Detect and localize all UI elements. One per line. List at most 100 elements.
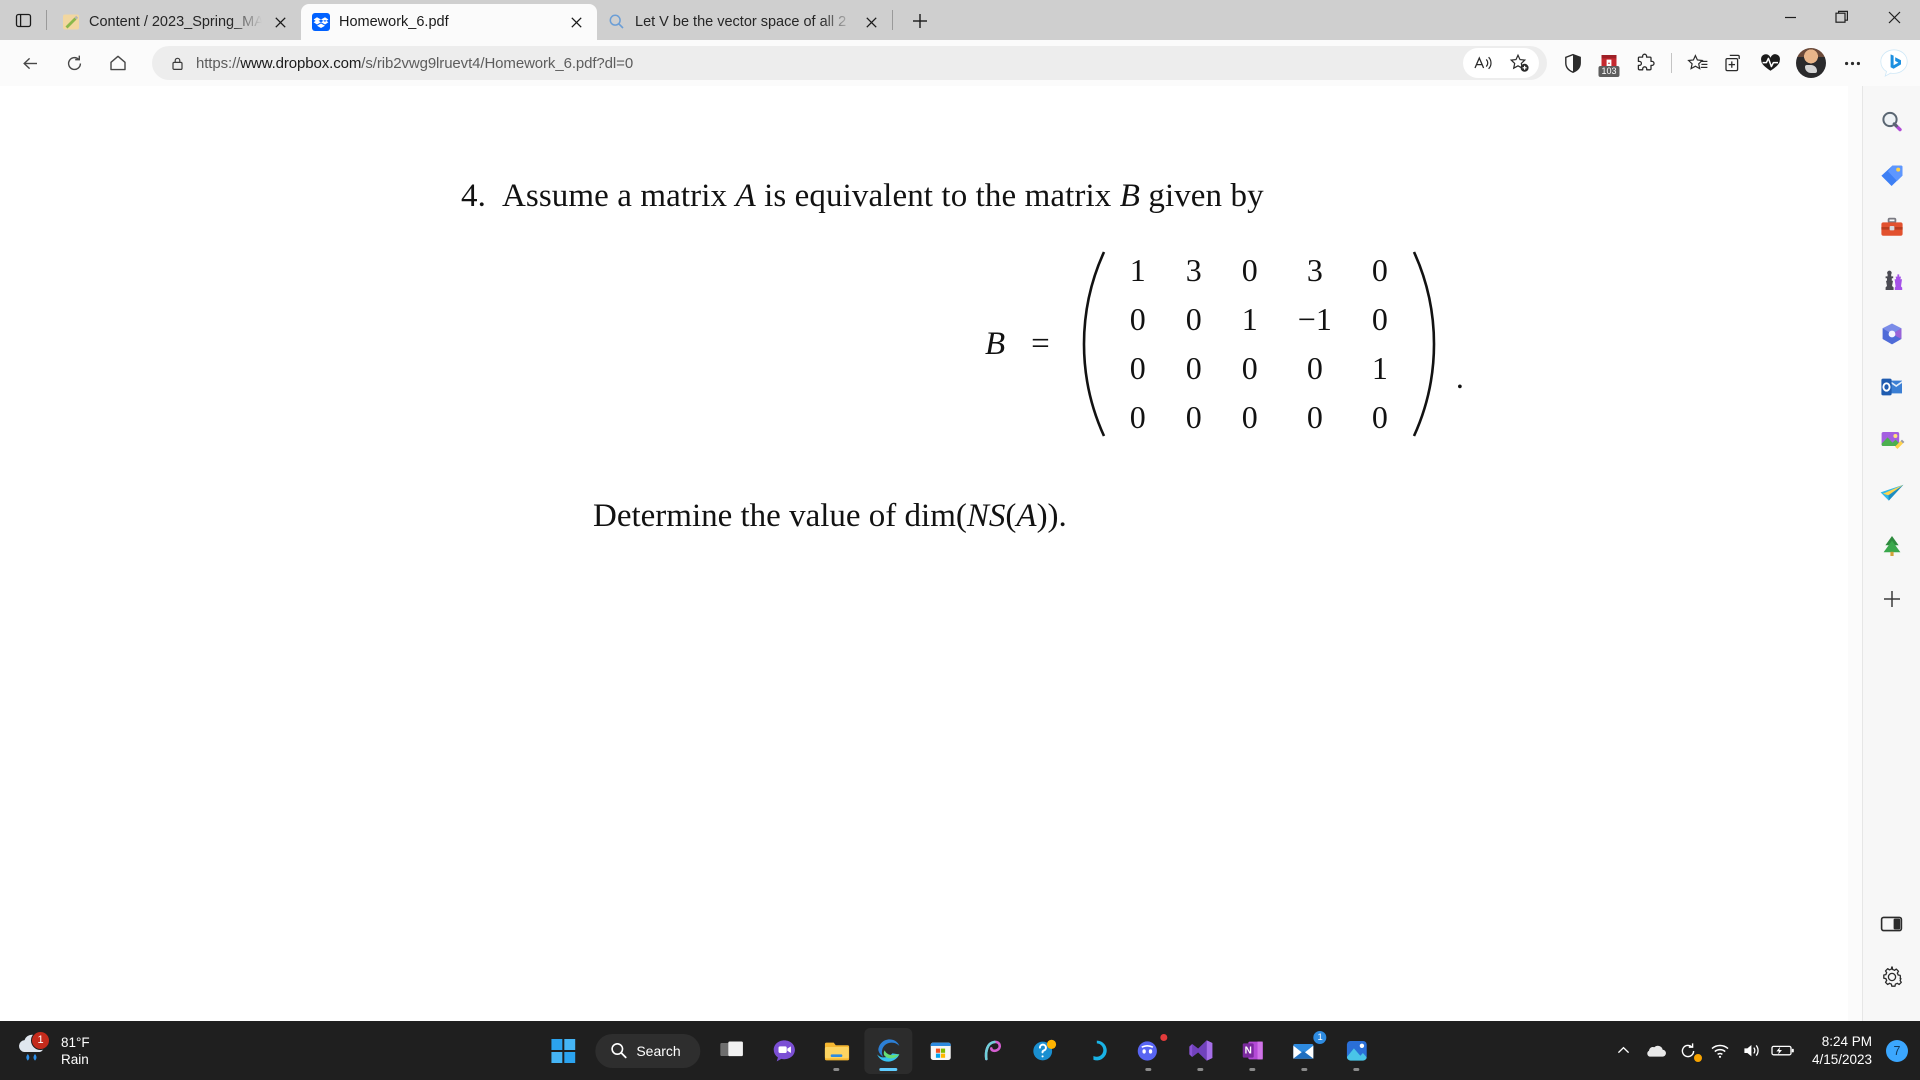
microsoft-edge-icon[interactable] xyxy=(864,1027,913,1074)
variable-a: A xyxy=(735,178,756,214)
address-bar[interactable]: https://www.dropbox.com/s/rib2vwg9lruevt… xyxy=(152,46,1547,80)
matrix-cell: 0 xyxy=(1129,350,1146,386)
matrix-cell: 1 xyxy=(1129,252,1146,288)
minimize-button[interactable] xyxy=(1764,0,1816,34)
calendar-extension-icon[interactable]: 103 xyxy=(1591,47,1627,79)
weather-widget[interactable]: 1 81°F Rain xyxy=(0,1030,260,1068)
matrix-row: 0 0 0 0 1 xyxy=(1110,344,1408,393)
weather-text: 81°F Rain xyxy=(61,1034,90,1068)
trailing-period: . xyxy=(1455,359,1464,395)
navigation-toolbar: https://www.dropbox.com/s/rib2vwg9lruevt… xyxy=(0,40,1920,86)
start-button[interactable] xyxy=(539,1028,587,1074)
problem-statement-line-2: Determine the value of dim(NS(A)). xyxy=(593,498,1067,535)
back-arrow-icon[interactable] xyxy=(11,46,49,80)
url-host: www.dropbox.com xyxy=(240,54,362,72)
alexa-icon[interactable] xyxy=(1073,1028,1121,1074)
sync-status-icon[interactable] xyxy=(1672,1031,1704,1071)
photos-icon[interactable] xyxy=(1333,1028,1381,1074)
running-indicator xyxy=(1301,1067,1308,1071)
weather-temperature: 81°F xyxy=(61,1034,90,1050)
mail-icon[interactable]: 1 xyxy=(1281,1028,1329,1074)
refresh-icon[interactable] xyxy=(55,46,93,80)
search-icon xyxy=(608,13,626,31)
sidebar-search-icon[interactable] xyxy=(1872,102,1912,142)
taskbar-search-label: Search xyxy=(636,1042,681,1059)
collections-icon[interactable] xyxy=(1716,47,1752,79)
show-hidden-icons[interactable] xyxy=(1608,1031,1640,1071)
matrix-cell: 3 xyxy=(1185,252,1202,288)
tracking-prevention-shield-icon[interactable] xyxy=(1555,47,1591,79)
clock-time: 8:24 PM xyxy=(1821,1033,1872,1049)
close-icon[interactable] xyxy=(267,9,293,35)
matrix-cell: −1 xyxy=(1297,301,1332,337)
settings-more-icon[interactable] xyxy=(1834,47,1870,79)
matrix-row: 1 3 0 3 0 xyxy=(1110,246,1408,295)
onedrive-icon[interactable] xyxy=(1640,1031,1672,1071)
sidebar-telegram-icon[interactable] xyxy=(1872,473,1912,513)
variable-ns: NS xyxy=(966,498,1006,534)
problem-text-2: is equivalent to the matrix xyxy=(764,178,1112,214)
discord-icon[interactable] xyxy=(1125,1028,1173,1074)
new-tab-button[interactable] xyxy=(903,4,937,38)
taskbar-clock[interactable]: 8:24 PM 4/15/2023 xyxy=(1812,1033,1872,1069)
onenote-icon[interactable]: N xyxy=(1229,1028,1277,1074)
url-path: /s/rib2vwg9lruevt4/Homework_6.pdf?dl=0 xyxy=(361,54,634,72)
sidebar-settings-icon[interactable] xyxy=(1872,957,1912,997)
windows-taskbar: 1 81°F Rain Search N 1 8:24 PM 4/15/2023… xyxy=(0,1021,1920,1080)
add-favorite-icon[interactable] xyxy=(1501,47,1537,79)
tab-0[interactable]: Content / 2023_Spring_MATH_23 xyxy=(51,4,301,40)
sidebar-tools-icon[interactable] xyxy=(1872,208,1912,248)
visual-studio-icon[interactable] xyxy=(1177,1028,1225,1074)
bing-chat-icon[interactable] xyxy=(1876,47,1912,79)
battery-charging-icon[interactable] xyxy=(1768,1031,1800,1071)
volume-icon[interactable] xyxy=(1736,1031,1768,1071)
question-text: Determine the value of dim( xyxy=(593,498,967,534)
address-pill-group xyxy=(1463,48,1539,78)
profile-avatar[interactable] xyxy=(1796,48,1826,78)
sync-warning-dot xyxy=(1692,1052,1703,1063)
svg-text:N: N xyxy=(1244,1046,1251,1057)
pi-app-icon[interactable] xyxy=(969,1028,1017,1074)
sidebar-office-icon[interactable] xyxy=(1872,314,1912,354)
toolbar-divider xyxy=(1671,53,1672,73)
chat-teams-icon[interactable] xyxy=(761,1028,809,1074)
calendar-badge: 103 xyxy=(1598,66,1620,77)
sidebar-tree-icon[interactable] xyxy=(1872,526,1912,566)
favorites-icon[interactable] xyxy=(1680,47,1716,79)
matrix-row: 0 0 0 0 0 xyxy=(1110,393,1408,442)
microsoft-store-icon[interactable] xyxy=(917,1028,965,1074)
sidebar-shopping-icon[interactable] xyxy=(1872,155,1912,195)
tab-1[interactable]: Homework_6.pdf xyxy=(301,4,597,40)
tab-2[interactable]: Let V be the vector space of all 2 xyxy=(597,4,892,40)
wifi-icon[interactable] xyxy=(1704,1031,1736,1071)
url-text[interactable]: https://www.dropbox.com/s/rib2vwg9lruevt… xyxy=(188,55,1463,72)
sidebar-panel-icon[interactable] xyxy=(1872,904,1912,944)
sidebar-outlook-icon[interactable] xyxy=(1872,367,1912,407)
sidebar-add-icon[interactable] xyxy=(1872,579,1912,619)
close-button[interactable] xyxy=(1868,0,1920,34)
tab-divider xyxy=(46,10,47,30)
extensions-puzzle-icon[interactable] xyxy=(1627,47,1663,79)
page-scrollbar[interactable] xyxy=(1848,86,1862,1021)
matrix-cell: 0 xyxy=(1371,301,1388,337)
help-icon[interactable] xyxy=(1021,1028,1069,1074)
problem-statement-line-1: 4. Assume a matrix A is equivalent to the… xyxy=(461,178,1264,215)
sidebar-games-icon[interactable] xyxy=(1872,261,1912,301)
home-icon[interactable] xyxy=(99,46,137,80)
page-viewport: 4. Assume a matrix A is equivalent to the… xyxy=(0,86,1920,1021)
matrix-cell: 0 xyxy=(1185,399,1202,435)
health-pulse-icon[interactable] xyxy=(1752,47,1788,79)
weather-condition: Rain xyxy=(61,1051,89,1067)
matrix-cell: 0 xyxy=(1241,350,1258,386)
notification-badge[interactable]: 7 xyxy=(1886,1039,1908,1062)
tab-search-button[interactable] xyxy=(0,0,46,40)
close-icon[interactable] xyxy=(563,9,589,35)
read-aloud-icon[interactable] xyxy=(1465,47,1501,79)
taskbar-search[interactable]: Search xyxy=(595,1033,701,1068)
close-icon[interactable] xyxy=(858,9,884,35)
file-explorer-icon[interactable] xyxy=(813,1028,861,1074)
sidebar-image-editor-icon[interactable] xyxy=(1872,420,1912,460)
maximize-button[interactable] xyxy=(1816,0,1868,34)
task-view-icon[interactable] xyxy=(709,1028,757,1074)
browser-window: Content / 2023_Spring_MATH_23 Homework_6… xyxy=(0,0,1920,1080)
